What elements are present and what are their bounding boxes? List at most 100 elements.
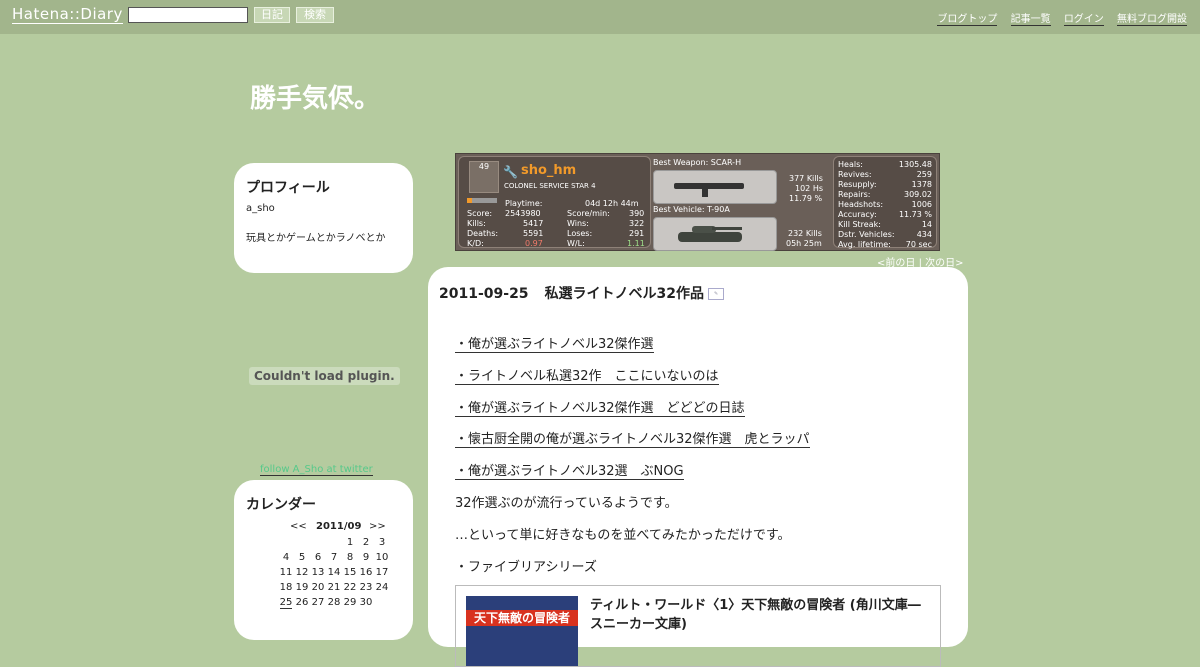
calendar-week: 25 26 27 28 29 30 bbox=[278, 595, 390, 610]
calendar-day[interactable]: 17 bbox=[374, 565, 390, 580]
calendar-day[interactable]: 27 bbox=[310, 595, 326, 610]
playtime-value: 04d 12h 44m bbox=[585, 199, 639, 208]
kills-label: Kills: bbox=[467, 219, 486, 228]
calendar-day[interactable]: 10 bbox=[374, 550, 390, 565]
stat-value: 434 bbox=[916, 230, 932, 239]
calendar-day[interactable]: 6 bbox=[310, 550, 326, 565]
calendar-day[interactable]: 28 bbox=[326, 595, 342, 610]
calendar-day[interactable]: 5 bbox=[294, 550, 310, 565]
calendar-day[interactable]: 21 bbox=[326, 580, 342, 595]
calendar-day[interactable]: 23 bbox=[358, 580, 374, 595]
article-paragraph-2: …といって単に好きなものを並べてみたかっただけです。 bbox=[455, 528, 791, 543]
rank-progress-fill bbox=[467, 198, 472, 203]
article-date[interactable]: 2011-09-25 bbox=[439, 286, 529, 302]
article-link-4[interactable]: ・懐古厨全開の俺が選ぶライトノベル32傑作選 虎とラッパ bbox=[455, 432, 810, 448]
calendar-day[interactable]: 2 bbox=[358, 535, 374, 550]
stat-value: 1305.48 bbox=[898, 160, 932, 169]
player-name: sho_hm bbox=[521, 163, 577, 178]
extra-stats-panel: Heals: 1305.48 Revives: 259 Resupply: 1378 Rep… bbox=[833, 156, 937, 249]
stat-label: Repairs: bbox=[838, 190, 871, 199]
calendar-day[interactable]: 30 bbox=[358, 595, 374, 610]
score-min-label: Score/min: bbox=[567, 209, 610, 218]
blog-title[interactable]: 勝手気侭。 bbox=[250, 78, 380, 115]
article: 2011-09-25 私選ライトノベル32作品 ✎ ・俺が選ぶライトノベル32傑作選… bbox=[428, 267, 968, 667]
stat-label: Dstr. Vehicles: bbox=[838, 230, 895, 239]
score-label: Score: bbox=[467, 209, 493, 218]
calendar-prev-link[interactable]: << bbox=[290, 521, 307, 532]
vehicle-kills: 232 Kills bbox=[788, 229, 822, 238]
calendar-day[interactable]: 24 bbox=[374, 580, 390, 595]
calendar-day[interactable]: 14 bbox=[326, 565, 342, 580]
stat-value: 1006 bbox=[911, 200, 932, 209]
tank-gun-icon bbox=[712, 227, 742, 230]
calendar-day[interactable]: 26 bbox=[294, 595, 310, 610]
stat-value: 259 bbox=[916, 170, 932, 179]
calendar-day[interactable]: 7 bbox=[326, 550, 342, 565]
article-link-2[interactable]: ・ライトノベル私選32作 ここにいないのは bbox=[455, 369, 719, 385]
calendar-month[interactable]: 2011/09 bbox=[316, 521, 361, 532]
calendar-box: カレンダー << 2011/09 >> 1 2 3 4 5 6 7 8 9 10 11 12 13 14 1… bbox=[234, 480, 413, 640]
calendar-day[interactable]: 16 bbox=[358, 565, 374, 580]
search-input[interactable] bbox=[128, 7, 248, 23]
article-link-3[interactable]: ・俺が選ぶライトノベル32傑作選 どどどの日誌 bbox=[455, 401, 745, 417]
top-bar: Hatena::Diary 日記 検索 ブログトップ 記事一覧 ログイン 無料ブ… bbox=[0, 0, 1200, 34]
hatena-diary-logo[interactable]: Hatena::Diary bbox=[12, 6, 123, 24]
profile-heading: プロフィール bbox=[246, 180, 330, 196]
blog-top-link[interactable]: ブログトップ bbox=[937, 14, 998, 26]
book-title-link[interactable]: ティルト・ワールド〈1〉天下無敵の冒険者 (角川文庫―スニーカー文庫) bbox=[590, 596, 930, 634]
calendar-day[interactable]: 1 bbox=[342, 535, 358, 550]
search-button[interactable]: 検索 bbox=[296, 7, 334, 23]
calendar-day[interactable]: 22 bbox=[342, 580, 358, 595]
calendar-day[interactable]: 13 bbox=[310, 565, 326, 580]
rifle-magazine-icon bbox=[702, 188, 708, 197]
stat-label: Revives: bbox=[838, 170, 872, 179]
calendar-day[interactable]: 19 bbox=[294, 580, 310, 595]
wl-value: 1.11 bbox=[627, 239, 645, 248]
book-cover-text: 天下無敵の冒険者 bbox=[466, 610, 578, 626]
calendar-day bbox=[294, 535, 310, 550]
score-value: 2543980 bbox=[505, 209, 541, 218]
calendar-day bbox=[278, 535, 294, 550]
article-link-5[interactable]: ・俺が選ぶライトノベル32選 ぶNOG bbox=[455, 464, 684, 480]
calendar-day[interactable]: 25 bbox=[278, 595, 294, 610]
article-title-text[interactable]: 私選ライトノベル32作品 bbox=[545, 286, 704, 302]
calendar-day[interactable]: 12 bbox=[294, 565, 310, 580]
calendar-day[interactable]: 4 bbox=[278, 550, 294, 565]
wins-value: 322 bbox=[629, 219, 645, 228]
calendar-day[interactable]: 9 bbox=[358, 550, 374, 565]
diary-button[interactable]: 日記 bbox=[254, 7, 290, 23]
book-cover-image[interactable]: 天下無敵の冒険者 bbox=[466, 596, 578, 666]
twitter-follow-link[interactable]: follow A_Sho at twitter bbox=[260, 464, 373, 476]
calendar-day[interactable]: 18 bbox=[278, 580, 294, 595]
free-blog-link[interactable]: 無料ブログ開設 bbox=[1117, 14, 1187, 26]
article-link-1[interactable]: ・俺が選ぶライトノベル32傑作選 bbox=[455, 337, 654, 353]
calendar-table: 1 2 3 4 5 6 7 8 9 10 11 12 13 14 15 16 17 18 19 20 21 22 23 24 2… bbox=[278, 535, 390, 610]
calendar-day[interactable]: 20 bbox=[310, 580, 326, 595]
deaths-label: Deaths: bbox=[467, 229, 499, 238]
login-link[interactable]: ログイン bbox=[1063, 14, 1104, 26]
calendar-week: 123 bbox=[278, 535, 390, 550]
calendar-day[interactable]: 11 bbox=[278, 565, 294, 580]
plugin-error: Couldn't load plugin. bbox=[249, 367, 400, 385]
calendar-day[interactable]: 15 bbox=[342, 565, 358, 580]
calendar-week: 18 19 20 21 22 23 24 bbox=[278, 580, 390, 595]
weapon-headshots: 102 Hs bbox=[795, 184, 823, 193]
stat-value: 70 sec bbox=[905, 240, 932, 249]
stat-value: 11.73 % bbox=[898, 210, 932, 219]
calendar-next-link[interactable]: >> bbox=[369, 521, 386, 532]
vehicle-time: 05h 25m bbox=[786, 239, 822, 248]
bf3-stats-banner[interactable]: 49 🔧 sho_hm COLONEL SERVICE STAR 4 Playt… bbox=[455, 153, 940, 251]
stat-label: Headshots: bbox=[838, 200, 884, 209]
article-list-link[interactable]: 記事一覧 bbox=[1010, 14, 1051, 26]
calendar-day[interactable]: 29 bbox=[342, 595, 358, 610]
deaths-value: 5591 bbox=[523, 229, 544, 238]
article-paragraph-1: 32作選ぶのが流行っているようです。 bbox=[455, 496, 678, 511]
edit-icon[interactable]: ✎ bbox=[708, 288, 725, 300]
calendar-day[interactable]: 8 bbox=[342, 550, 358, 565]
article-title: 2011-09-25 私選ライトノベル32作品 ✎ bbox=[439, 283, 725, 303]
book-card: 天下無敵の冒険者 ティルト・ワールド〈1〉天下無敵の冒険者 (角川文庫―スニーカ… bbox=[455, 585, 941, 667]
best-vehicle-label: Best Vehicle: T-90A bbox=[653, 205, 730, 214]
loses-value: 291 bbox=[629, 229, 645, 238]
calendar-day[interactable]: 3 bbox=[374, 535, 390, 550]
calendar-heading: カレンダー bbox=[246, 497, 316, 513]
